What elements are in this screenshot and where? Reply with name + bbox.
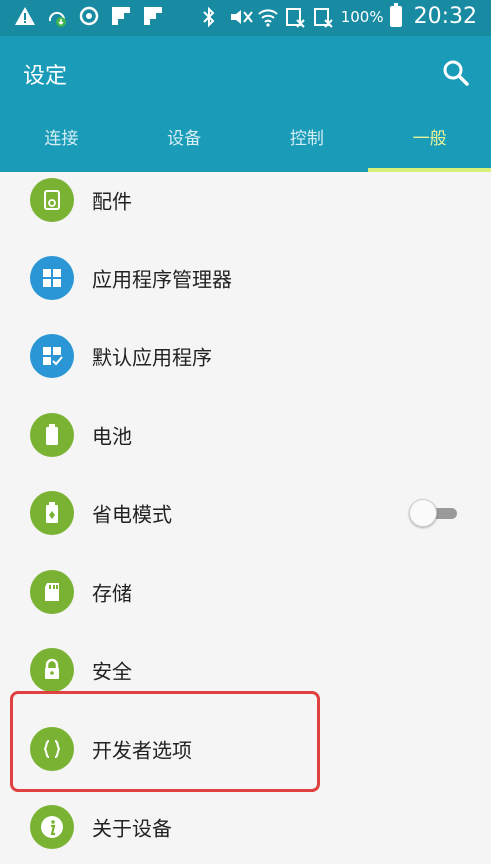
power-saving-toggle[interactable] xyxy=(409,499,459,527)
no-sim-icon xyxy=(313,6,335,28)
notification-icon xyxy=(142,5,164,27)
list-item-label: 关于设备 xyxy=(92,816,172,841)
list-item-storage[interactable]: 存储 xyxy=(0,557,491,627)
clock: 20:32 xyxy=(413,4,477,29)
mute-icon xyxy=(229,6,253,28)
info-icon xyxy=(30,805,74,849)
page-title: 设定 xyxy=(23,64,68,89)
list-item-label: 省电模式 xyxy=(92,502,172,527)
list-item-security[interactable]: 安全 xyxy=(0,635,491,705)
list-item-label: 开发者选项 xyxy=(92,738,192,763)
list-item-developer-options[interactable]: 开发者选项 xyxy=(0,714,491,784)
list-item-label: 默认应用程序 xyxy=(92,345,212,370)
accessory-icon xyxy=(30,178,74,222)
apps-grid-icon xyxy=(30,256,74,300)
app-bar: 设定 连接 设备 控制 一般 xyxy=(0,36,491,172)
warning-icon xyxy=(14,5,36,27)
list-item-label: 配件 xyxy=(92,189,132,214)
braces-icon xyxy=(30,727,74,771)
no-sim-icon xyxy=(285,6,307,28)
default-apps-icon xyxy=(30,334,74,378)
download-icon xyxy=(46,5,68,27)
notification-icon xyxy=(110,5,132,27)
power-saving-icon xyxy=(30,491,74,535)
status-bar: 100% 20:32 xyxy=(0,0,491,36)
list-item-power-saving[interactable]: 省电模式 xyxy=(0,478,491,548)
bluetooth-icon xyxy=(201,6,223,28)
list-item-label: 应用程序管理器 xyxy=(92,267,232,292)
sync-icon xyxy=(78,5,100,27)
battery-icon xyxy=(30,413,74,457)
wifi-icon xyxy=(257,6,279,28)
lock-icon xyxy=(30,648,74,692)
list-item-label: 电池 xyxy=(92,424,132,449)
list-item-app-manager[interactable]: 应用程序管理器 xyxy=(0,243,491,313)
list-item-battery[interactable]: 电池 xyxy=(0,400,491,470)
status-left-icons xyxy=(14,5,164,27)
storage-icon xyxy=(30,570,74,614)
status-right-icons: 100% 20:32 xyxy=(201,3,477,29)
toggle-knob xyxy=(409,499,437,527)
list-item-label: 安全 xyxy=(92,659,132,684)
list-item-about-device[interactable]: 关于设备 xyxy=(0,792,491,862)
list-item-label: 存储 xyxy=(92,581,132,606)
search-icon[interactable] xyxy=(441,58,471,88)
list-item-default-apps[interactable]: 默认应用程序 xyxy=(0,321,491,391)
battery-icon xyxy=(389,3,402,27)
list-item-accessories[interactable]: 配件 xyxy=(0,165,491,235)
battery-percent: 100% xyxy=(340,7,384,26)
